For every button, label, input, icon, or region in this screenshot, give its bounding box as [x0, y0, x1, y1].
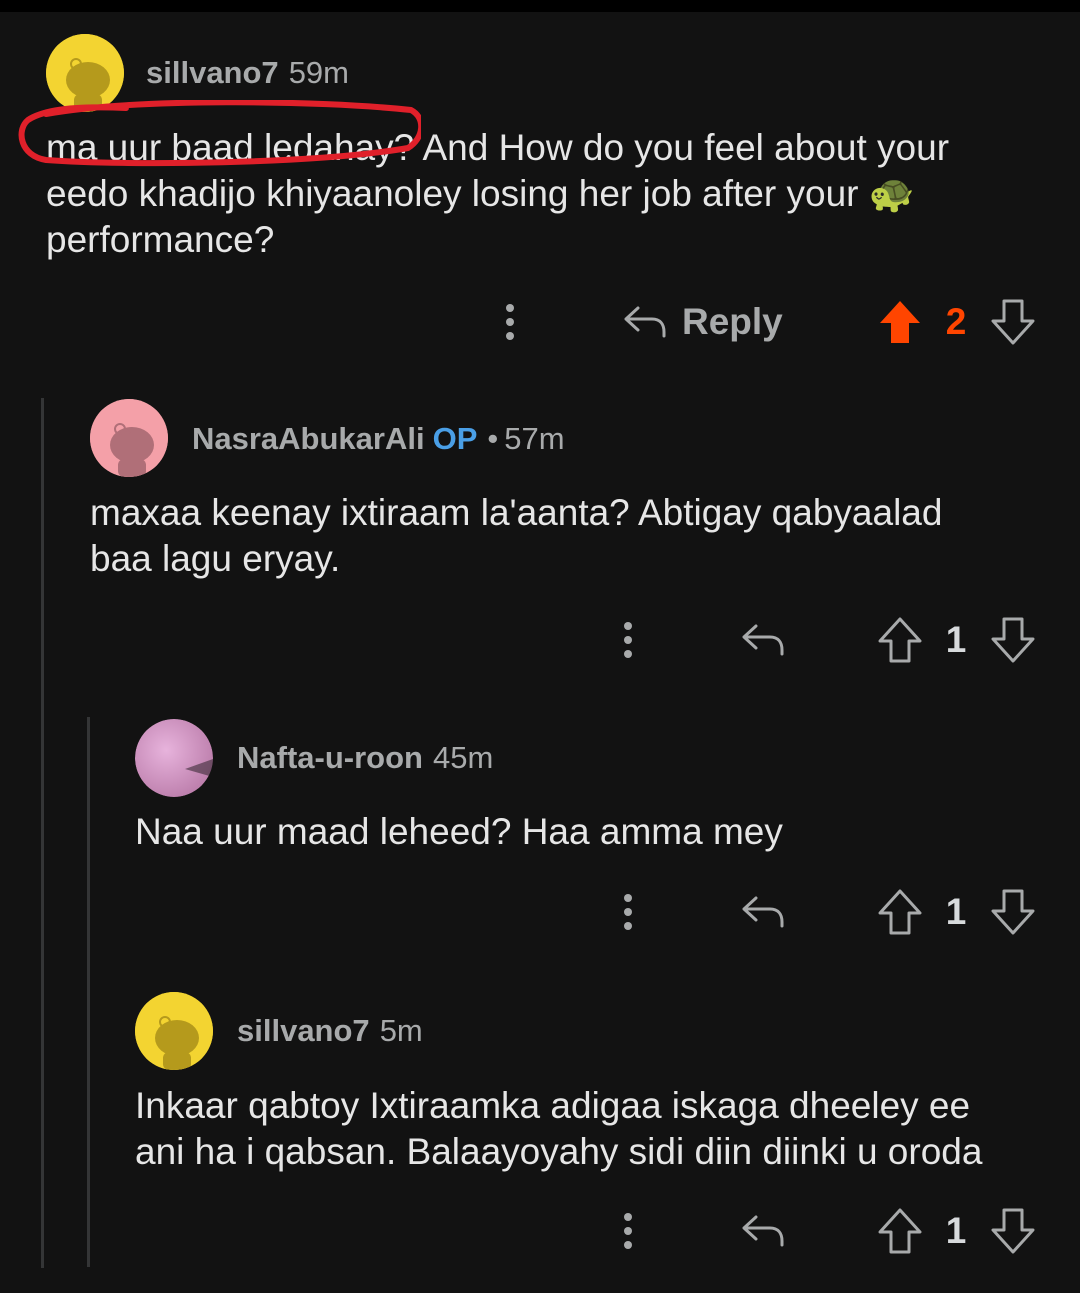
timestamp: 59m [288, 55, 349, 90]
status-bar-edge [0, 0, 1080, 12]
profile-photo-avatar [135, 719, 213, 797]
downvote-arrow-icon [991, 1208, 1035, 1254]
username[interactable]: NasraAbukarAli [192, 421, 425, 456]
downvote-arrow-icon [991, 889, 1035, 935]
timestamp: 5m [379, 1013, 423, 1048]
vote-score: 1 [945, 891, 967, 932]
comment-body-line: Naa uur maad leheed? Haa amma mey [135, 811, 783, 852]
comment-meta: Nafta-u-roon 45m [237, 740, 493, 776]
comment-body-line: baa lagu eryay. [90, 538, 341, 579]
downvote-arrow-icon [991, 617, 1035, 663]
avatar[interactable] [46, 34, 124, 112]
upvote-arrow-icon [878, 617, 922, 663]
comment-body: ma uur baad ledahay? And How do you feel… [46, 125, 949, 263]
comment-body: Naa uur maad leheed? Haa amma mey [135, 809, 783, 855]
more-vertical-icon [624, 622, 632, 658]
comment-body-line: eedo khadijo khiyaanoley losing her job … [46, 173, 915, 214]
snoo-avatar-icon [90, 399, 168, 477]
comment-body: maxaa keenay ixtiraam la'aanta? Abtigay … [90, 490, 942, 582]
reply-arrow-icon [742, 896, 784, 928]
reply-button[interactable]: Reply [622, 292, 783, 352]
reply-arrow-icon [624, 306, 666, 338]
more-options-button[interactable] [610, 610, 646, 670]
more-vertical-icon [624, 894, 632, 930]
comment-actions: 1 [0, 1201, 1080, 1261]
reply-arrow-icon [742, 624, 784, 656]
avatar[interactable] [135, 719, 213, 797]
comment-meta: NasraAbukarAli OP • 57m [192, 421, 565, 457]
upvote-arrow-icon [878, 889, 922, 935]
reply-button[interactable] [740, 882, 784, 942]
downvote-arrow-icon [991, 299, 1035, 345]
username[interactable]: sillvano7 [146, 55, 279, 90]
snoo-avatar-icon [135, 992, 213, 1070]
reply-label: Reply [682, 301, 783, 342]
vote-score: 1 [945, 619, 967, 660]
comment-body-line: Inkaar qabtoy Ixtiraamka adigaa iskaga d… [135, 1085, 971, 1126]
more-options-button[interactable] [610, 882, 646, 942]
reply-arrow-icon [742, 1215, 784, 1247]
avatar[interactable] [90, 399, 168, 477]
vote-score: 1 [945, 1210, 967, 1251]
comment-body: Inkaar qabtoy Ixtiraamka adigaa iskaga d… [135, 1083, 982, 1175]
reply-button[interactable] [740, 610, 784, 670]
thread-line-level-1[interactable] [41, 398, 44, 1268]
reply-button[interactable] [740, 1201, 784, 1261]
avatar[interactable] [135, 992, 213, 1070]
comment-actions: 1 [0, 610, 1080, 670]
upvote-button[interactable] [876, 1206, 924, 1256]
comment-body-line: maxaa keenay ixtiraam la'aanta? Abtigay … [90, 492, 943, 533]
op-badge: OP [432, 421, 478, 456]
username[interactable]: sillvano7 [237, 1013, 370, 1048]
comment-body-line: ma uur baad ledahay? And How do you feel… [46, 127, 950, 168]
timestamp: 45m [432, 740, 494, 775]
comment-body-line: ani ha i qabsan. Balaayoyahy sidi diin d… [135, 1131, 983, 1172]
more-vertical-icon [506, 304, 514, 340]
downvote-button[interactable] [990, 297, 1036, 347]
upvote-button[interactable] [876, 887, 924, 937]
snoo-avatar-icon [46, 34, 124, 112]
upvote-arrow-icon [880, 301, 920, 343]
more-vertical-icon [624, 1213, 632, 1249]
comment-meta: sillvano7 59m [146, 55, 349, 91]
downvote-button[interactable] [990, 615, 1036, 665]
comment-actions: Reply 2 [0, 292, 1080, 352]
separator-dot: • [487, 421, 499, 456]
comment-meta: sillvano7 5m [237, 1013, 423, 1049]
comment-actions: 1 [0, 882, 1080, 942]
more-options-button[interactable] [610, 1201, 646, 1261]
username[interactable]: Nafta-u-roon [237, 740, 423, 775]
downvote-button[interactable] [990, 887, 1036, 937]
upvote-button[interactable] [876, 297, 924, 347]
upvote-button[interactable] [876, 615, 924, 665]
thread-line-level-2[interactable] [87, 717, 90, 1267]
timestamp: 57m [504, 421, 565, 456]
upvote-arrow-icon [878, 1208, 922, 1254]
vote-score: 2 [945, 301, 967, 342]
more-options-button[interactable] [492, 292, 528, 352]
downvote-button[interactable] [990, 1206, 1036, 1256]
comment-body-line: performance? [46, 219, 275, 260]
